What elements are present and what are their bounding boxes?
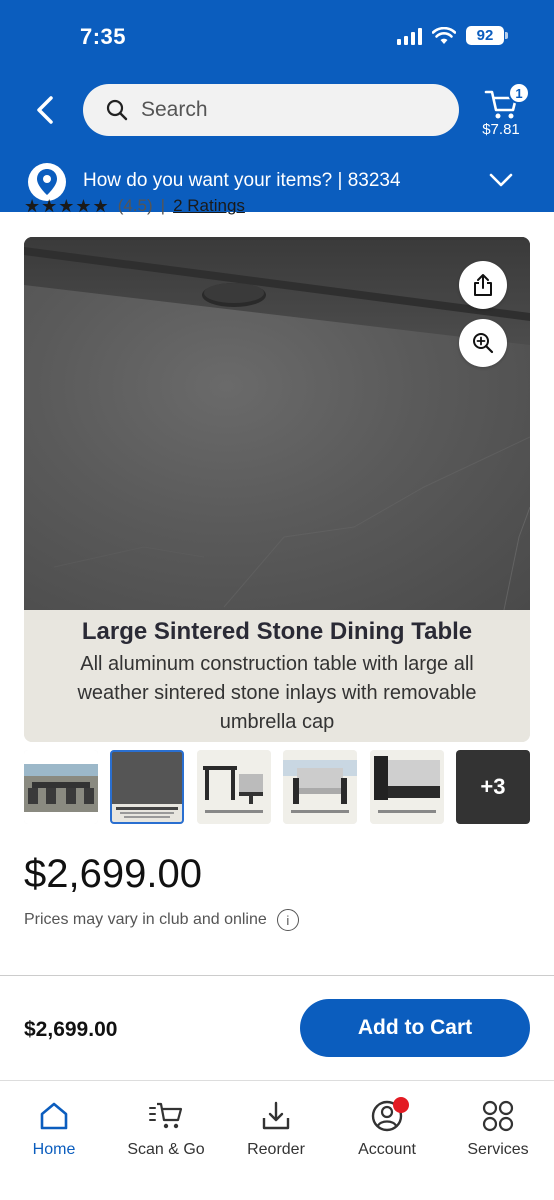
tab-home-label: Home bbox=[32, 1141, 76, 1158]
image-caption-description: All aluminum construction table with lar… bbox=[77, 653, 477, 733]
tab-account-label: Account bbox=[358, 1141, 416, 1158]
tab-home[interactable]: Home bbox=[4, 1099, 104, 1159]
rating-value: (4.5) bbox=[117, 196, 153, 215]
stone-surface bbox=[24, 237, 530, 611]
tab-account[interactable]: Account bbox=[337, 1097, 437, 1159]
bottom-tab-bar: Home Scan & Go Reorder Account Services bbox=[0, 1080, 554, 1200]
tab-scan-go-label: Scan & Go bbox=[127, 1141, 205, 1158]
cart-button[interactable]: 1 $7.81 bbox=[478, 82, 530, 144]
tabletop-graphic bbox=[24, 237, 530, 611]
tab-services[interactable]: Services bbox=[448, 1099, 548, 1159]
scan-cart-icon bbox=[149, 1102, 183, 1129]
search-input[interactable] bbox=[141, 98, 441, 122]
thumbnail-stone-table[interactable] bbox=[110, 750, 185, 824]
signal-icon bbox=[397, 27, 422, 45]
zoom-in-icon bbox=[473, 333, 494, 354]
search-bar[interactable] bbox=[83, 84, 459, 136]
reorder-icon bbox=[262, 1101, 290, 1130]
services-icon bbox=[482, 1100, 514, 1132]
more-images-count: +3 bbox=[480, 774, 506, 799]
ratings-link[interactable]: 2 Ratings bbox=[173, 196, 245, 216]
wifi-icon bbox=[432, 26, 456, 44]
image-caption-title: Large Sintered Stone Dining Table bbox=[81, 618, 473, 645]
status-bar: 7:35 92 bbox=[0, 0, 554, 72]
notification-dot bbox=[393, 1097, 409, 1113]
search-icon bbox=[106, 99, 128, 121]
tab-reorder[interactable]: Reorder bbox=[226, 1099, 326, 1159]
more-images-button[interactable]: +3 bbox=[455, 750, 530, 824]
product-price: $2,699.00 bbox=[24, 852, 202, 896]
image-caption: Large Sintered Stone Dining Table All al… bbox=[24, 610, 530, 742]
tab-scan-go[interactable]: Scan & Go bbox=[116, 1099, 216, 1159]
fulfillment-text: How do you want your items? | 83234 bbox=[83, 170, 401, 191]
cart-bar-price: $2,699.00 bbox=[24, 1018, 118, 1041]
back-button[interactable] bbox=[30, 94, 62, 126]
battery-level: 92 bbox=[466, 26, 504, 45]
tab-services-label: Services bbox=[467, 1141, 529, 1158]
status-icons: 92 bbox=[397, 26, 508, 45]
divider bbox=[0, 975, 554, 976]
thumbnail-patio-set[interactable] bbox=[24, 750, 98, 824]
thumbnail-strip: +3 bbox=[24, 750, 530, 824]
chevron-down-icon bbox=[489, 173, 513, 187]
status-time: 7:35 bbox=[80, 24, 127, 49]
add-to-cart-button[interactable]: Add to Cart bbox=[300, 999, 530, 1057]
price-note: Prices may vary in club and online i bbox=[24, 909, 299, 931]
thumbnail-swivel-chair[interactable] bbox=[196, 750, 271, 824]
rating-stars-icon: ★★★★★ bbox=[24, 195, 110, 216]
app-header: 7:35 92 Search 1 $7.81 How do you want y… bbox=[0, 0, 554, 212]
product-image[interactable]: Large Sintered Stone Dining Table All al… bbox=[24, 237, 530, 742]
chevron-left-icon bbox=[37, 96, 53, 124]
price-note-text: Prices may vary in club and online bbox=[24, 911, 267, 928]
cart-total: $7.81 bbox=[482, 121, 520, 138]
cart-count-badge: 1 bbox=[508, 82, 530, 104]
thumbnail-seat-cushions[interactable] bbox=[369, 750, 444, 824]
tab-reorder-label: Reorder bbox=[247, 1141, 305, 1158]
share-icon bbox=[474, 274, 492, 296]
thumbnail-stationary-chair[interactable] bbox=[283, 750, 358, 824]
info-icon[interactable]: i bbox=[276, 909, 299, 931]
ratings-row: ★★★★★ (4.5) | 2 Ratings bbox=[24, 195, 245, 216]
share-button[interactable] bbox=[459, 261, 507, 309]
battery-icon: 92 bbox=[466, 26, 508, 45]
home-icon bbox=[40, 1102, 68, 1130]
zoom-button[interactable] bbox=[459, 319, 507, 367]
